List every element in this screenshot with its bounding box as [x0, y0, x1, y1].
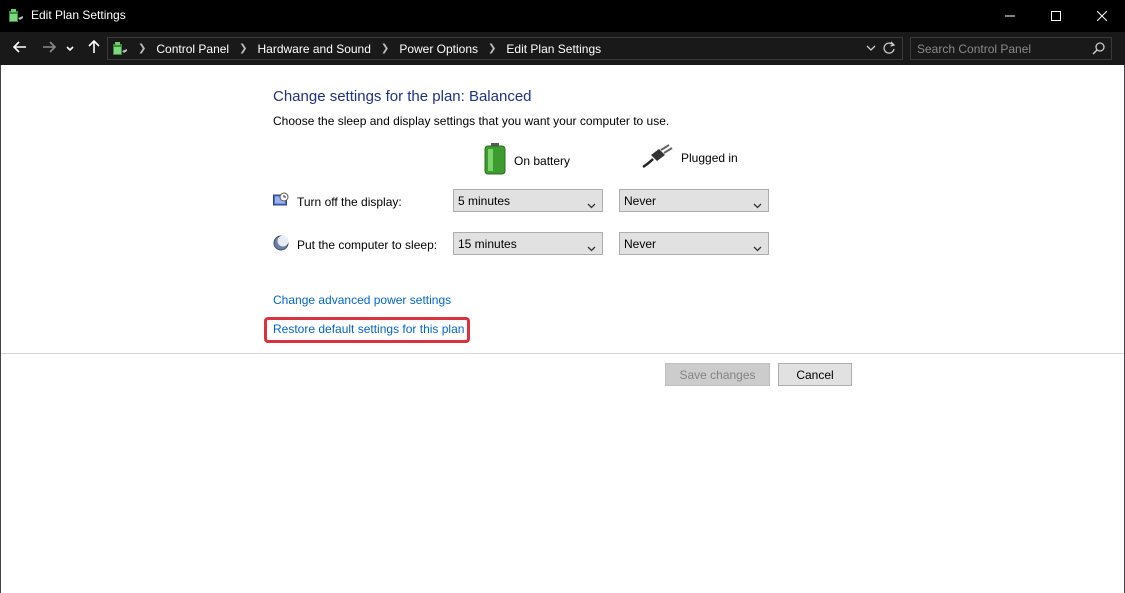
advanced-settings-link[interactable]: Change advanced power settings	[273, 293, 451, 307]
column-header-on-battery: On battery	[484, 143, 570, 178]
setting-row-display: Turn off the display:	[273, 192, 402, 211]
save-changes-button[interactable]: Save changes	[665, 363, 770, 386]
plug-icon	[641, 143, 673, 172]
refresh-icon[interactable]	[882, 41, 896, 58]
display-on-battery-dropdown[interactable]: 5 minutes	[453, 189, 603, 212]
minimize-button[interactable]	[987, 0, 1033, 32]
breadcrumb-power-options[interactable]: Power Options	[399, 42, 478, 56]
dropdown-arrow-icon	[587, 241, 596, 255]
display-icon	[273, 192, 289, 211]
recent-dropdown-icon	[66, 41, 74, 55]
dropdown-arrow-icon	[753, 198, 762, 212]
up-button[interactable]	[84, 39, 104, 57]
setting-label-display: Turn off the display:	[297, 194, 402, 209]
forward-button[interactable]	[39, 39, 59, 57]
column-label-on-battery: On battery	[514, 153, 571, 168]
minimize-icon	[1005, 11, 1015, 21]
column-header-plugged-in: Plugged in	[641, 143, 738, 172]
power-options-icon	[8, 8, 24, 24]
window-title: Edit Plan Settings	[31, 8, 126, 22]
up-arrow-icon	[88, 39, 100, 57]
search-box	[910, 37, 1112, 60]
page-description: Choose the sleep and display settings th…	[273, 114, 670, 128]
dropdown-value: Never	[624, 237, 657, 251]
search-input[interactable]	[917, 41, 1087, 57]
chevron-right-icon: ❯	[488, 43, 497, 54]
page-title: Change settings for the plan: Balanced	[273, 88, 532, 105]
breadcrumb: ❯ Control Panel ❯ Hardware and Sound ❯ P…	[108, 38, 601, 59]
back-arrow-icon	[12, 40, 27, 56]
divider	[1, 353, 1124, 354]
recent-locations-button[interactable]	[63, 39, 77, 57]
maximize-icon	[1051, 11, 1061, 21]
back-button[interactable]	[10, 39, 30, 57]
sleep-plugged-in-dropdown[interactable]: Never	[619, 232, 769, 255]
address-box[interactable]: ❯ Control Panel ❯ Hardware and Sound ❯ P…	[107, 37, 903, 60]
power-options-icon	[112, 41, 128, 57]
address-dropdown-icon[interactable]	[866, 42, 876, 57]
battery-icon	[484, 143, 506, 178]
search-icon[interactable]	[1092, 42, 1105, 58]
dropdown-value: Never	[624, 194, 657, 208]
breadcrumb-hardware-and-sound[interactable]: Hardware and Sound	[258, 42, 371, 56]
dropdown-arrow-icon	[587, 198, 596, 212]
dropdown-value: 5 minutes	[458, 194, 511, 208]
breadcrumb-edit-plan-settings[interactable]: Edit Plan Settings	[506, 42, 601, 56]
setting-label-sleep: Put the computer to sleep:	[297, 237, 438, 252]
close-button[interactable]	[1079, 0, 1125, 32]
restore-defaults-link[interactable]: Restore default settings for this plan	[273, 322, 464, 336]
sleep-on-battery-dropdown[interactable]: 15 minutes	[453, 232, 603, 255]
chevron-right-icon: ❯	[239, 43, 248, 54]
dropdown-arrow-icon	[753, 241, 762, 255]
forward-arrow-icon	[42, 40, 57, 56]
main-content: Change settings for the plan: Balanced C…	[0, 65, 1125, 593]
maximize-button[interactable]	[1033, 0, 1079, 32]
breadcrumb-control-panel[interactable]: Control Panel	[156, 42, 229, 56]
chevron-right-icon: ❯	[138, 43, 147, 54]
close-icon	[1097, 11, 1107, 21]
cancel-button[interactable]: Cancel	[778, 363, 852, 386]
setting-row-sleep: Put the computer to sleep:	[273, 235, 437, 254]
sleep-moon-icon	[273, 235, 289, 254]
chevron-right-icon: ❯	[380, 43, 390, 54]
column-label-plugged-in: Plugged in	[681, 150, 738, 165]
display-plugged-in-dropdown[interactable]: Never	[619, 189, 769, 212]
title-bar: Edit Plan Settings	[0, 0, 1125, 32]
dropdown-value: 15 minutes	[458, 237, 517, 251]
navigation-bar: ❯ Control Panel ❯ Hardware and Sound ❯ P…	[0, 32, 1125, 65]
